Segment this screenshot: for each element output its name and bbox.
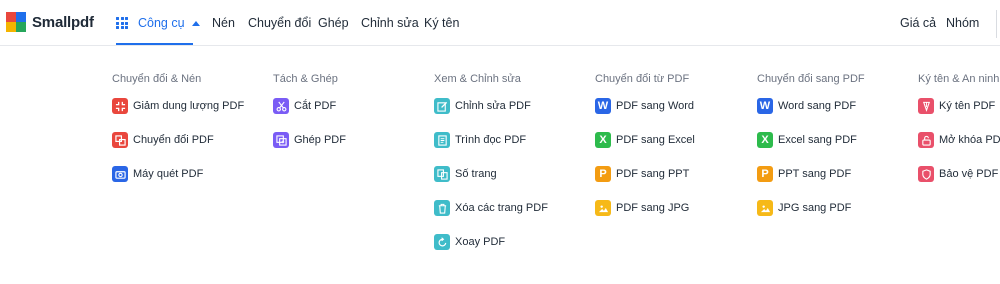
image-icon [757,200,773,216]
menu-item-label: Trình đọc PDF [455,134,527,146]
menu-item-pdf-to-ppt[interactable]: P PDF sang PPT [595,166,689,182]
menu-item-label: Chỉnh sửa PDF [455,100,531,112]
menu-item-edit-pdf[interactable]: Chỉnh sửa PDF [434,98,531,114]
trash-icon [434,200,450,216]
menu-item-ppt-to-pdf[interactable]: P PPT sang PDF [757,166,851,182]
menu-item-compress-pdf[interactable]: Giảm dung lượng PDF [112,98,244,114]
menu-item-label: Word sang PDF [778,100,857,112]
menu-item-delete-pages[interactable]: Xóa các trang PDF [434,200,548,216]
menu-item-unlock-pdf[interactable]: Mở khóa PDF [918,132,1000,148]
menu-item-convert-pdf[interactable]: Chuyển đổi PDF [112,132,214,148]
menu-item-label: Ký tên PDF [939,100,996,112]
menu-item-page-numbers[interactable]: Số trang [434,166,497,182]
menu-item-excel-to-pdf[interactable]: X Excel sang PDF [757,132,857,148]
menu-item-label: Excel sang PDF [778,134,857,146]
nav-link-sign[interactable]: Ký tên [424,0,459,46]
nav-link-edit[interactable]: Chỉnh sửa [361,0,419,46]
image-icon [595,200,611,216]
word-icon: W [595,98,611,114]
column-title: Chuyển đổi từ PDF [595,73,690,85]
header-divider [996,10,997,38]
menu-item-label: Ghép PDF [294,134,346,146]
menu-item-label: PDF sang PPT [616,168,690,180]
menu-item-label: PDF sang Excel [616,134,695,146]
menu-item-label: Giảm dung lượng PDF [133,100,245,112]
nav-link-convert[interactable]: Chuyển đổi [248,0,311,46]
menu-item-label: Xóa các trang PDF [455,202,548,214]
nav-link-merge[interactable]: Ghép [318,0,349,46]
logo-icon [6,12,26,32]
edit-icon [434,98,450,114]
shield-icon [918,166,934,182]
scanner-icon [112,166,128,182]
tools-label: Công cụ [138,16,185,30]
excel-icon: X [757,132,773,148]
menu-item-label: Máy quét PDF [133,168,204,180]
scissors-icon [273,98,289,114]
menu-item-pdf-to-jpg[interactable]: PDF sang JPG [595,200,689,216]
menu-column-split-merge: Tách & Ghép Cắt PDF Ghép PDF [273,72,346,148]
brand-name: Smallpdf [32,13,94,31]
ppt-icon: P [595,166,611,182]
word-icon: W [757,98,773,114]
menu-item-label: PDF sang JPG [616,202,690,214]
menu-item-split-pdf[interactable]: Cắt PDF [273,98,336,114]
menu-item-pdf-to-word[interactable]: W PDF sang Word [595,98,694,114]
menu-column-sign-security: Ký tên & An ninh Ký tên PDF Mở khóa PDF … [918,72,1000,182]
menu-column-convert-compress: Chuyển đổi & Nén Giảm dung lượng PDF Chu… [112,72,244,182]
reader-icon [434,132,450,148]
caret-up-icon [191,20,200,26]
tools-menu-toggle[interactable]: Công cụ [116,0,200,46]
menu-item-label: Số trang [455,168,497,180]
convert-icon [112,132,128,148]
menu-item-label: PDF sang Word [616,100,695,112]
page-number-icon [434,166,450,182]
menu-item-label: Cắt PDF [294,100,337,112]
top-navbar: Smallpdf Công cụ Nén Chuyển đổi Ghép Chỉ… [0,0,1000,46]
menu-column-view-edit: Xem & Chỉnh sửa Chỉnh sửa PDF Trình đọc … [434,72,548,250]
column-title: Chuyển đổi sang PDF [757,73,865,85]
menu-column-convert-from-pdf: Chuyển đổi từ PDF W PDF sang Word X PDF … [595,72,695,216]
menu-item-label: Bảo vệ PDF [939,168,999,180]
apps-grid-icon [116,17,128,29]
compress-icon [112,98,128,114]
menu-item-protect-pdf[interactable]: Bảo vệ PDF [918,166,998,182]
sign-icon [918,98,934,114]
active-tab-indicator [116,43,193,45]
menu-item-label: PPT sang PDF [778,168,852,180]
menu-item-jpg-to-pdf[interactable]: JPG sang PDF [757,200,851,216]
menu-column-convert-to-pdf: Chuyển đổi sang PDF W Word sang PDF X Ex… [757,72,865,216]
smallpdf-logo[interactable]: Smallpdf [6,12,94,32]
nav-link-compress[interactable]: Nén [212,0,235,46]
menu-item-label: Chuyển đổi PDF [133,134,214,146]
menu-item-label: Mở khóa PDF [939,134,1000,146]
menu-item-merge-pdf[interactable]: Ghép PDF [273,132,346,148]
unlock-icon [918,132,934,148]
menu-item-pdf-scanner[interactable]: Máy quét PDF [112,166,203,182]
excel-icon: X [595,132,611,148]
menu-item-word-to-pdf[interactable]: W Word sang PDF [757,98,856,114]
merge-icon [273,132,289,148]
menu-item-rotate-pdf[interactable]: Xoay PDF [434,234,505,250]
menu-item-sign-pdf[interactable]: Ký tên PDF [918,98,995,114]
menu-item-label: Xoay PDF [455,236,506,248]
menu-item-label: JPG sang PDF [778,202,852,214]
menu-item-pdf-to-excel[interactable]: X PDF sang Excel [595,132,695,148]
menu-item-pdf-reader[interactable]: Trình đọc PDF [434,132,526,148]
nav-link-teams[interactable]: Nhóm [946,0,979,46]
column-title: Tách & Ghép [273,73,338,85]
rotate-icon [434,234,450,250]
column-title: Xem & Chỉnh sửa [434,73,521,85]
column-title: Chuyển đổi & Nén [112,73,202,85]
ppt-icon: P [757,166,773,182]
nav-link-pricing[interactable]: Giá cả [900,0,936,46]
column-title: Ký tên & An ninh [918,73,1000,85]
